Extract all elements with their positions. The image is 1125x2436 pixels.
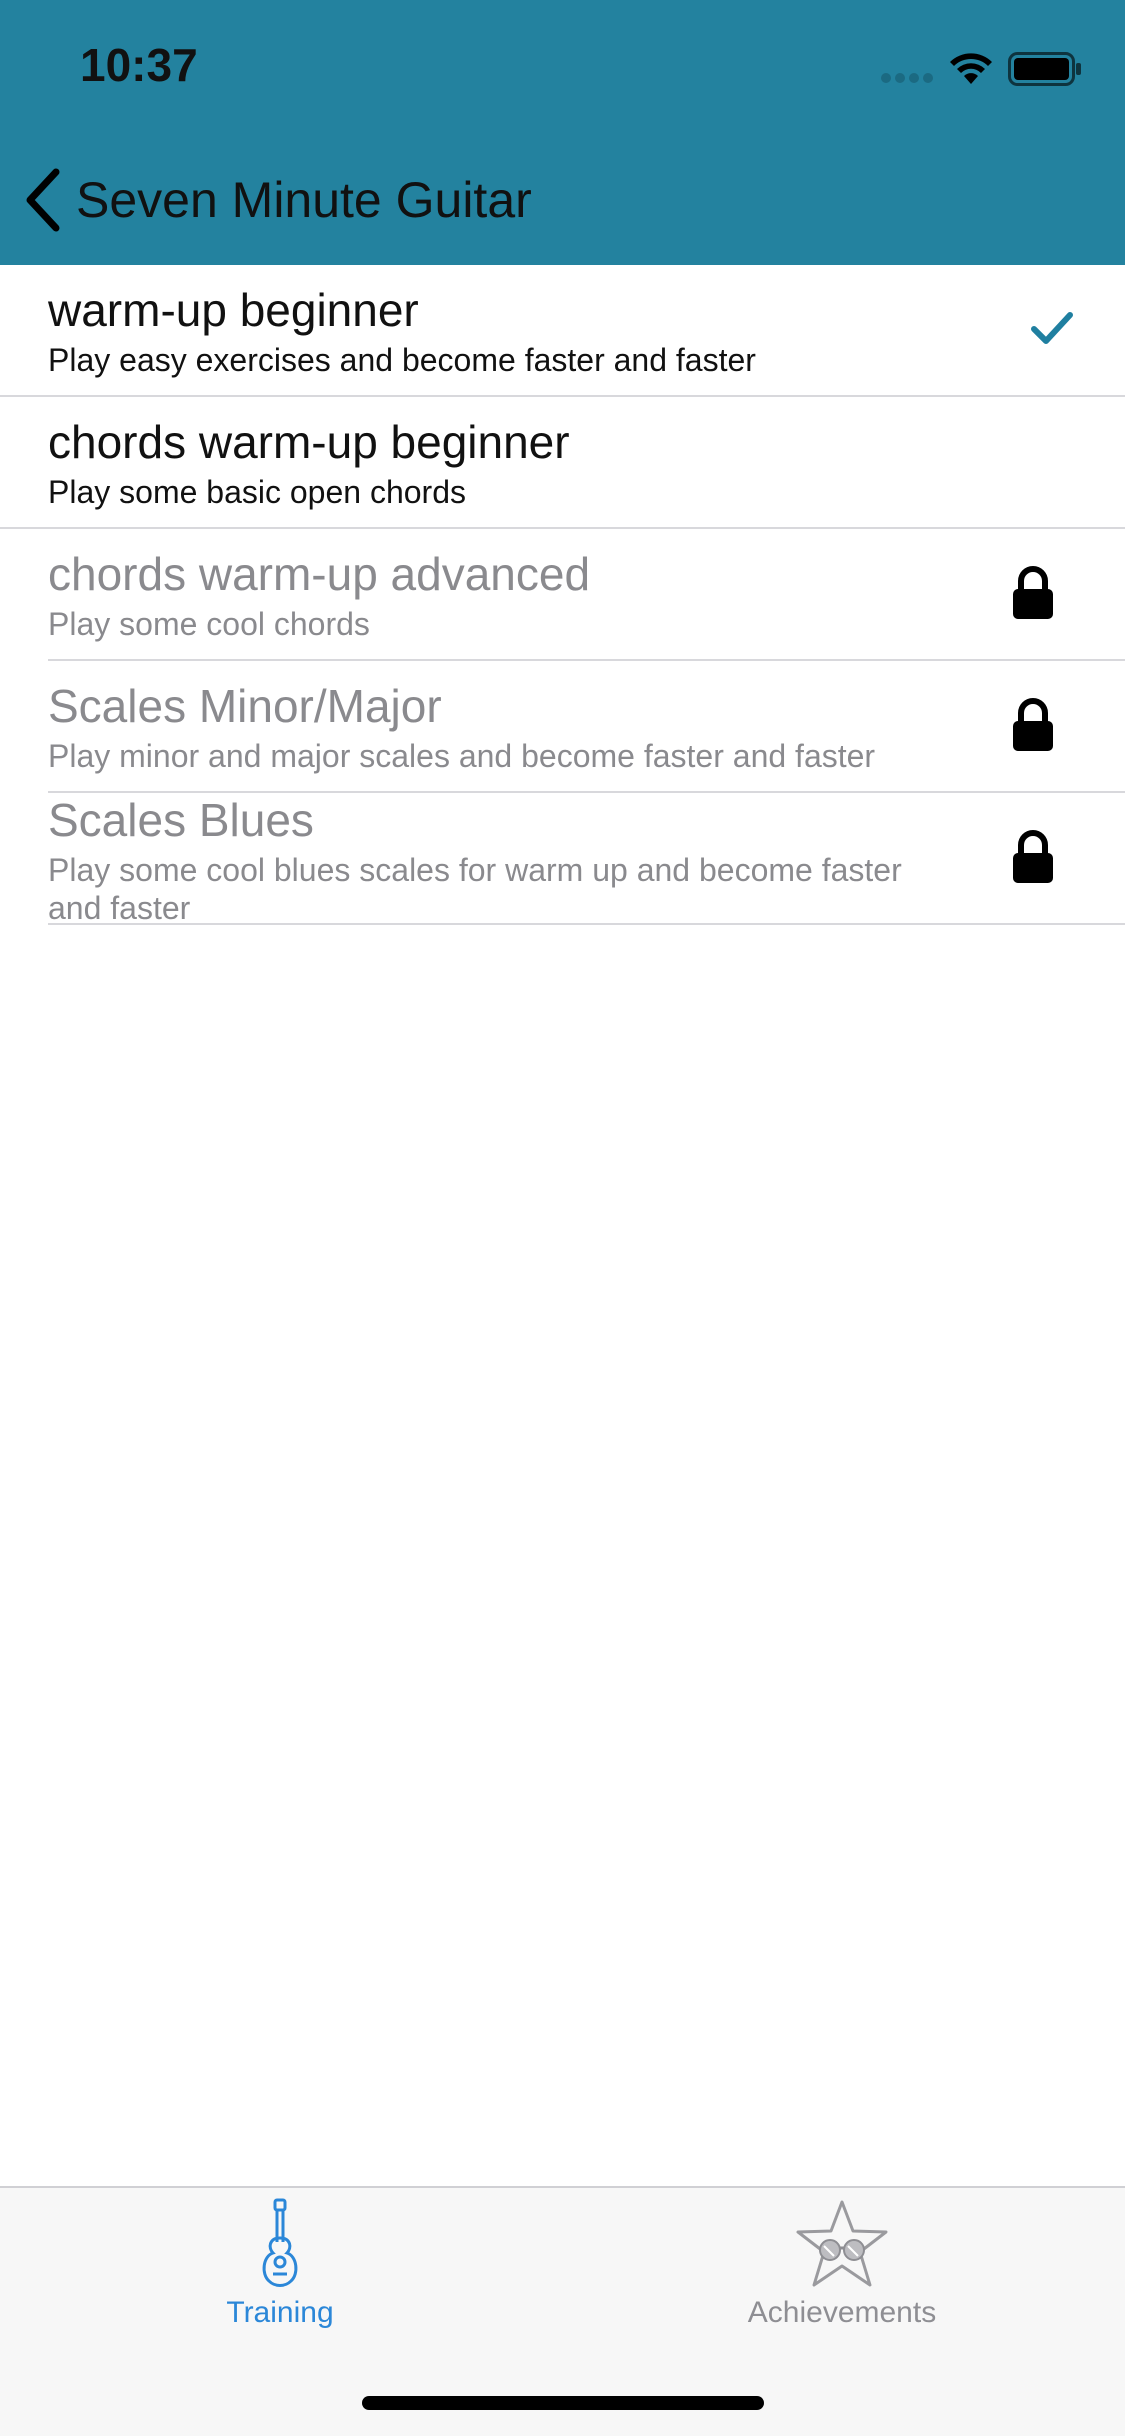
guitar-icon <box>262 2198 298 2287</box>
cellular-signal-icon <box>881 73 933 83</box>
status-time: 10:37 <box>80 39 198 91</box>
tab-training[interactable]: Training <box>130 2198 430 2348</box>
list-item-subtitle: Play some cool chords <box>48 606 370 642</box>
lock-icon <box>1013 566 1053 619</box>
lock-icon <box>1013 698 1053 751</box>
lock-icon <box>1013 830 1053 883</box>
exercise-list: warm-up beginner Play easy exercises and… <box>0 265 1125 926</box>
battery-icon <box>1008 52 1081 86</box>
list-item-title: warm-up beginner <box>48 284 419 336</box>
checkmark-icon <box>1031 312 1073 344</box>
list-item-subtitle: Play minor and major scales and become f… <box>48 738 876 774</box>
home-indicator[interactable] <box>362 2396 764 2410</box>
list-item-title: Scales Blues <box>48 794 314 846</box>
navigation-header: 10:37 Seven Minute Guitar <box>0 0 1125 265</box>
list-item-title: Scales Minor/Major <box>48 680 442 732</box>
list-item-title: chords warm-up beginner <box>48 416 570 468</box>
back-button[interactable]: Seven Minute Guitar <box>22 160 532 240</box>
list-item[interactable]: chords warm-up advanced Play some cool c… <box>48 529 1125 661</box>
list-item-subtitle: Play easy exercises and become faster an… <box>48 342 756 378</box>
wifi-icon <box>950 53 992 84</box>
list-item[interactable]: Scales Minor/Major Play minor and major … <box>48 661 1125 793</box>
tab-label: Training <box>226 2296 334 2329</box>
screen: 10:37 Seven Minute Guitar warm-up beginn… <box>0 0 1125 2436</box>
star-sunglasses-icon <box>796 2200 888 2287</box>
tab-achievements[interactable]: Achievements <box>692 2198 992 2348</box>
list-item-subtitle: Play some cool blues scales for warm up … <box>48 852 902 926</box>
back-button-label: Seven Minute Guitar <box>76 172 532 228</box>
list-item[interactable]: Scales Blues Play some cool blues scales… <box>48 793 1125 926</box>
list-item[interactable]: chords warm-up beginner Play some basic … <box>0 397 1125 529</box>
tab-label: Achievements <box>747 2296 937 2329</box>
chevron-left-icon <box>26 168 60 232</box>
list-item[interactable]: warm-up beginner Play easy exercises and… <box>0 265 1125 397</box>
list-item-subtitle: Play some basic open chords <box>48 474 466 510</box>
list-item-title: chords warm-up advanced <box>48 548 591 600</box>
